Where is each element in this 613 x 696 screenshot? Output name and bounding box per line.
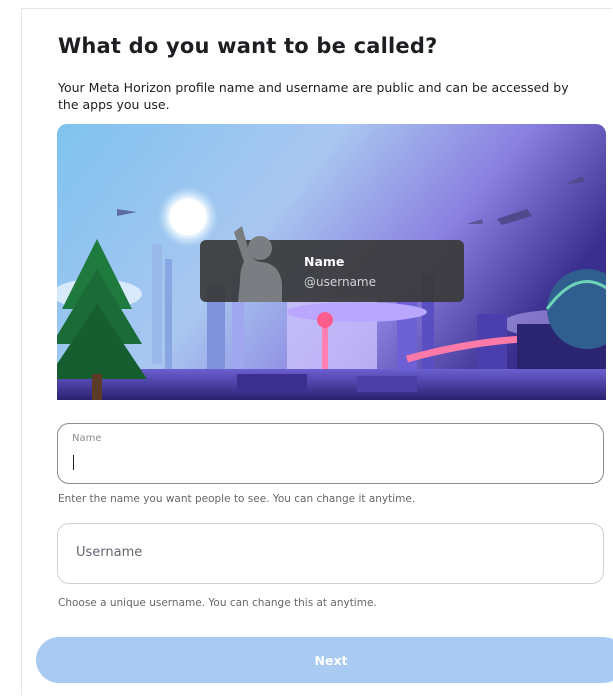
name-field[interactable]: Name: [57, 423, 604, 484]
next-button[interactable]: Next: [36, 637, 613, 683]
person-silhouette-icon: [234, 226, 282, 302]
username-helper-text: Choose a unique username. You can change…: [58, 597, 377, 609]
name-field-label: Name: [72, 433, 102, 444]
page-subtitle: Your Meta Horizon profile name and usern…: [58, 80, 569, 112]
profile-preview-card: Name @username: [200, 226, 464, 302]
preview-name: Name: [304, 254, 345, 269]
preview-username: @username: [304, 275, 376, 289]
name-helper-text: Enter the name you want people to see. Y…: [58, 493, 416, 505]
page-title: What do you want to be called?: [58, 34, 438, 58]
username-placeholder: Username: [76, 545, 143, 560]
text-cursor: [73, 455, 74, 470]
username-field[interactable]: Username: [57, 523, 604, 584]
